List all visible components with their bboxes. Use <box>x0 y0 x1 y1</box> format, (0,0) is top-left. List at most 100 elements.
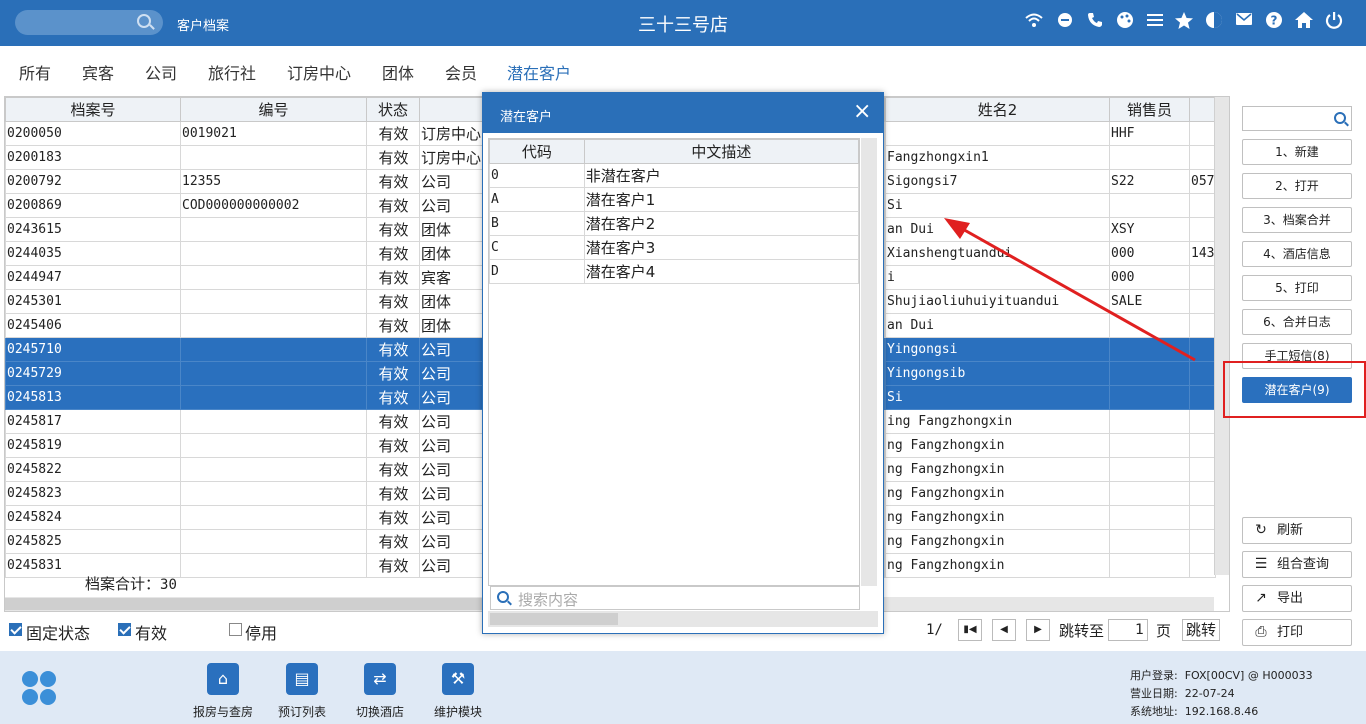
tab-booking-center[interactable]: 订房中心 <box>287 60 351 84</box>
cell-profile-no[interactable]: 0245823 <box>5 481 181 506</box>
cell-salesperson[interactable]: HHF <box>1109 121 1190 146</box>
cell-profile-no[interactable]: 0245819 <box>5 433 181 458</box>
cell-code[interactable]: COD000000000002 <box>180 193 367 218</box>
jump-button[interactable]: 跳转 <box>1182 619 1220 641</box>
home-icon[interactable] <box>1293 11 1315 33</box>
cell-salesperson[interactable] <box>1109 145 1190 170</box>
col-header-extra[interactable] <box>1189 97 1216 122</box>
dialog-cell-description[interactable]: 潜在客户4 <box>583 259 859 284</box>
cell-status[interactable]: 有效 <box>366 409 420 434</box>
cell-profile-no[interactable]: 0245729 <box>5 361 181 386</box>
fixed-status-checkbox[interactable] <box>9 623 22 636</box>
cell-status[interactable]: 有效 <box>366 289 420 314</box>
cell-name2[interactable]: ng Fangzhongxin <box>885 433 1110 458</box>
dialog-cell-description[interactable]: 非潜在客户 <box>583 163 859 188</box>
disabled-checkbox[interactable] <box>229 623 242 636</box>
switch-hotel-label[interactable]: 切换酒店 <box>340 703 420 720</box>
dialog-row[interactable]: A 潜在客户1 <box>489 187 859 212</box>
cell-extra[interactable] <box>1189 409 1216 434</box>
col-header-code[interactable]: 代码 <box>489 139 585 164</box>
tab-potential-customer[interactable]: 潜在客户 <box>507 60 571 84</box>
cell-salesperson[interactable] <box>1109 529 1190 554</box>
cell-code[interactable] <box>180 361 367 386</box>
cell-profile-no[interactable]: 0245406 <box>5 313 181 338</box>
cell-status[interactable]: 有效 <box>366 553 420 578</box>
cell-profile-no[interactable]: 0243615 <box>5 217 181 242</box>
wifi-icon[interactable] <box>1023 11 1045 33</box>
tab-member[interactable]: 会员 <box>445 60 477 84</box>
maintenance-label[interactable]: 维护模块 <box>418 703 498 720</box>
cell-code[interactable] <box>180 457 367 482</box>
house-check-label[interactable]: 报房与查房 <box>183 703 263 720</box>
cell-extra[interactable] <box>1189 433 1216 458</box>
cell-name2[interactable]: Si <box>885 385 1110 410</box>
cell-name2[interactable]: Yingongsib <box>885 361 1110 386</box>
cell-status[interactable]: 有效 <box>366 481 420 506</box>
theme-icon[interactable] <box>1203 11 1225 33</box>
table-horizontal-scroll-thumb[interactable] <box>5 598 485 610</box>
cell-code[interactable] <box>180 529 367 554</box>
cell-status[interactable]: 有效 <box>366 265 420 290</box>
merge-log-button[interactable]: 6、合并日志 <box>1242 309 1352 335</box>
booking-list-icon[interactable]: ▤ <box>286 663 318 695</box>
cell-status[interactable]: 有效 <box>366 361 420 386</box>
cell-extra[interactable] <box>1189 457 1216 482</box>
cell-extra[interactable] <box>1189 529 1216 554</box>
cell-status[interactable]: 有效 <box>366 385 420 410</box>
cell-extra[interactable] <box>1189 361 1216 386</box>
house-check-icon[interactable]: ⌂ <box>207 663 239 695</box>
dialog-cell-description[interactable]: 潜在客户2 <box>583 211 859 236</box>
cell-salesperson[interactable] <box>1109 409 1190 434</box>
cell-extra[interactable] <box>1189 385 1216 410</box>
cell-profile-no[interactable]: 0244035 <box>5 241 181 266</box>
dialog-cell-code[interactable]: C <box>489 235 585 260</box>
cell-code[interactable] <box>180 553 367 578</box>
cell-name2[interactable]: Sigongsi7 <box>885 169 1110 194</box>
cell-salesperson[interactable] <box>1109 361 1190 386</box>
col-header-salesperson[interactable]: 销售员 <box>1109 97 1190 122</box>
cell-profile-no[interactable]: 0245825 <box>5 529 181 554</box>
cell-salesperson[interactable] <box>1109 385 1190 410</box>
dialog-row[interactable]: 0 非潜在客户 <box>489 163 859 188</box>
refresh-button[interactable]: ↻ 刷新 <box>1242 517 1352 544</box>
col-header-status[interactable]: 状态 <box>366 97 420 122</box>
dialog-row[interactable]: D 潜在客户4 <box>489 259 859 284</box>
cell-extra[interactable]: 057 <box>1189 169 1216 194</box>
cell-code[interactable]: 12355 <box>180 169 367 194</box>
cell-name2[interactable]: ing Fangzhongxin <box>885 409 1110 434</box>
page-number-input[interactable]: 1 <box>1108 619 1148 641</box>
tab-all[interactable]: 所有 <box>19 60 51 84</box>
dialog-vertical-scrollbar[interactable] <box>861 138 877 586</box>
cell-extra[interactable] <box>1189 121 1216 146</box>
cell-status[interactable]: 有效 <box>366 217 420 242</box>
col-header-name2[interactable]: 姓名2 <box>885 97 1110 122</box>
cell-code[interactable]: 0019021 <box>180 121 367 146</box>
dialog-cell-code[interactable]: D <box>489 259 585 284</box>
cell-code[interactable] <box>180 241 367 266</box>
cell-name2[interactable]: Fangzhongxin1 <box>885 145 1110 170</box>
cell-name2[interactable]: ng Fangzhongxin <box>885 529 1110 554</box>
cell-status[interactable]: 有效 <box>366 457 420 482</box>
cell-code[interactable] <box>180 289 367 314</box>
open-button[interactable]: 2、打开 <box>1242 173 1352 199</box>
cell-code[interactable] <box>180 385 367 410</box>
cell-code[interactable] <box>180 313 367 338</box>
search-icon[interactable] <box>137 14 151 28</box>
tab-guest[interactable]: 宾客 <box>82 60 114 84</box>
cell-profile-no[interactable]: 0200050 <box>5 121 181 146</box>
cell-profile-no[interactable]: 0200792 <box>5 169 181 194</box>
cell-code[interactable] <box>180 505 367 530</box>
cell-status[interactable]: 有效 <box>366 505 420 530</box>
cell-salesperson[interactable] <box>1109 505 1190 530</box>
cell-status[interactable]: 有效 <box>366 241 420 266</box>
cell-status[interactable]: 有效 <box>366 433 420 458</box>
dialog-search-input[interactable]: 搜索内容 <box>490 586 860 610</box>
tab-group[interactable]: 团体 <box>382 60 414 84</box>
export-button[interactable]: ↗ 导出 <box>1242 585 1352 612</box>
dialog-row[interactable]: B 潜在客户2 <box>489 211 859 236</box>
hotel-info-button[interactable]: 4、酒店信息 <box>1242 241 1352 267</box>
cell-profile-no[interactable]: 0200183 <box>5 145 181 170</box>
cell-status[interactable]: 有效 <box>366 529 420 554</box>
cell-salesperson[interactable] <box>1109 433 1190 458</box>
close-icon[interactable]: × <box>853 101 871 123</box>
